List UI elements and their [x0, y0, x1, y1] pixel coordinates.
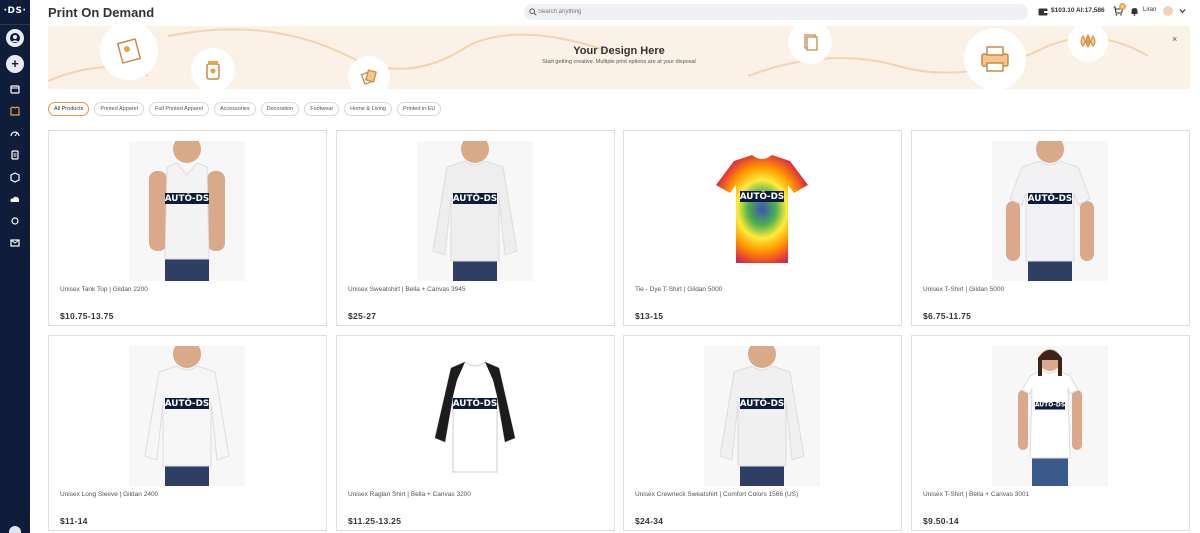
avatar[interactable] — [1163, 6, 1173, 16]
garment-illustration: AUTŌ-DS — [992, 141, 1108, 281]
box-icon[interactable] — [8, 170, 21, 183]
filter-accessories[interactable]: Accessories — [213, 102, 256, 116]
product-card[interactable]: AUTŌ-DS Unisex T-Shirt | Bella + Canvas … — [911, 335, 1190, 531]
banner-subtitle: Start getting creative. Multiple print o… — [542, 59, 696, 65]
user-profile-icon[interactable] — [6, 29, 24, 47]
svg-text:AUTŌ-DS: AUTŌ-DS — [453, 193, 497, 204]
calendar-icon[interactable] — [8, 82, 21, 95]
mail-icon[interactable] — [8, 236, 21, 249]
garment-illustration: AUTŌ-DS — [129, 346, 245, 486]
product-name: Tie - Dye T-Shirt | Gildan 5000 — [635, 286, 723, 293]
product-price: $11.25-13.25 — [348, 516, 402, 526]
add-button[interactable]: + — [6, 55, 24, 73]
sidebar-divider — [0, 24, 30, 25]
dashboard-gauge-icon[interactable] — [8, 126, 21, 139]
product-card[interactable]: AUTŌ-DS Unisex Tank Top | Gildan 2200 $1… — [48, 130, 327, 326]
category-filters: All Products Printed Apparel Full Printe… — [48, 102, 442, 116]
search-icon — [529, 8, 537, 16]
product-card[interactable]: AUTŌ-DS Unisex Crewneck Sweatshirt | Com… — [623, 335, 902, 531]
cloud-upload-icon[interactable] — [8, 192, 21, 205]
product-price: $6.75-11.75 — [923, 311, 972, 321]
filter-footwear[interactable]: Footwear — [304, 102, 340, 116]
filter-full-printed-apparel[interactable]: Full Printed Apparel — [148, 102, 209, 116]
product-name: Unisex Sweatshirt | Bella + Canvas 3945 — [348, 286, 466, 293]
product-card[interactable]: AUTŌ-DS Tie - Dye T-Shirt | Gildan 5000 … — [623, 130, 902, 326]
svg-text:AUTŌ-DS: AUTŌ-DS — [165, 398, 209, 409]
account-balance[interactable]: $103.10 AI:17,586 — [1051, 7, 1105, 14]
page-title: Print On Demand — [48, 5, 155, 20]
svg-text:AUTŌ-DS: AUTŌ-DS — [1028, 193, 1072, 204]
promo-banner: Your Design Here Start getting creative.… — [48, 26, 1190, 89]
svg-text:AUTŌ-DS: AUTŌ-DS — [453, 398, 497, 409]
product-image[interactable]: AUTŌ-DS — [417, 141, 533, 281]
product-image[interactable]: AUTŌ-DS — [704, 346, 820, 486]
chevron-down-icon[interactable] — [1179, 8, 1186, 14]
garment-illustration: AUTŌ-DS — [417, 346, 533, 486]
product-image[interactable]: AUTŌ-DS — [129, 346, 245, 486]
garment-illustration: AUTŌ-DS — [704, 141, 820, 281]
print-on-demand-icon[interactable] — [8, 104, 21, 117]
filter-home-living[interactable]: Home & Living — [344, 102, 392, 116]
document-icon[interactable] — [8, 148, 21, 161]
garment-illustration: AUTŌ-DS — [992, 346, 1108, 486]
product-name: Unisex Long Sleeve | Gildan 2400 — [60, 491, 159, 498]
svg-text:AUTŌ-DS: AUTŌ-DS — [165, 193, 209, 204]
bell-icon[interactable] — [1130, 7, 1139, 16]
sidebar: ·DS· + — [0, 0, 30, 533]
cart-count-badge: 0 — [1119, 3, 1126, 10]
search-bar[interactable] — [524, 4, 1028, 20]
filter-all-products[interactable]: All Products — [48, 102, 90, 116]
product-price: $24-34 — [635, 516, 664, 526]
filter-printed-in-eu[interactable]: Printed in EU — [396, 102, 442, 116]
product-name: Unisex T-Shirt | Bella + Canvas 3001 — [923, 491, 1030, 498]
product-price: $13-15 — [635, 311, 664, 321]
search-input[interactable] — [538, 5, 1018, 19]
username[interactable]: Liran — [1143, 7, 1156, 13]
settings-icon[interactable] — [9, 526, 21, 533]
product-price: $9.50-14 — [923, 516, 959, 526]
top-header: Print On Demand $103.10 AI:17,586 0 Lira… — [30, 0, 1200, 25]
svg-text:AUTŌ-DS: AUTŌ-DS — [740, 398, 784, 409]
product-card[interactable]: AUTŌ-DS Unisex Long Sleeve | Gildan 2400… — [48, 335, 327, 531]
close-icon[interactable]: × — [1172, 34, 1177, 44]
filter-decoration[interactable]: Decoration — [260, 102, 300, 116]
product-price: $11-14 — [60, 516, 88, 526]
product-image[interactable]: AUTŌ-DS — [992, 141, 1108, 281]
product-card[interactable]: AUTŌ-DS Unisex T-Shirt | Gildan 5000 $6.… — [911, 130, 1190, 326]
product-name: Unisex Raglan Shirt | Bella + Canvas 320… — [348, 491, 471, 498]
product-name: Unisex T-Shirt | Gildan 5000 — [923, 286, 1005, 293]
garment-illustration: AUTŌ-DS — [129, 141, 245, 281]
app-logo[interactable]: ·DS· — [0, 6, 30, 16]
product-image[interactable]: AUTŌ-DS — [129, 141, 245, 281]
product-price: $25-27 — [348, 311, 377, 321]
product-image[interactable]: AUTŌ-DS — [417, 346, 533, 486]
filter-printed-apparel[interactable]: Printed Apparel — [94, 102, 144, 116]
svg-text:AUTŌ-DS: AUTŌ-DS — [740, 191, 784, 202]
product-image[interactable]: AUTŌ-DS — [704, 141, 820, 281]
product-image[interactable]: AUTŌ-DS — [992, 346, 1108, 486]
product-card[interactable]: AUTŌ-DS Unisex Sweatshirt | Bella + Canv… — [336, 130, 615, 326]
banner-title: Your Design Here — [573, 45, 665, 57]
svg-text:AUTŌ-DS: AUTŌ-DS — [1035, 402, 1065, 409]
product-price: $10.75-13.75 — [60, 311, 114, 321]
product-name: Unisex Tank Top | Gildan 2200 — [60, 286, 148, 293]
product-card[interactable]: AUTŌ-DS Unisex Raglan Shirt | Bella + Ca… — [336, 335, 615, 531]
product-name: Unisex Crewneck Sweatshirt | Comfort Col… — [635, 491, 799, 498]
garment-illustration: AUTŌ-DS — [417, 141, 533, 281]
sync-icon[interactable] — [8, 214, 21, 227]
garment-illustration: AUTŌ-DS — [704, 346, 820, 486]
wallet-icon[interactable] — [1038, 7, 1048, 16]
